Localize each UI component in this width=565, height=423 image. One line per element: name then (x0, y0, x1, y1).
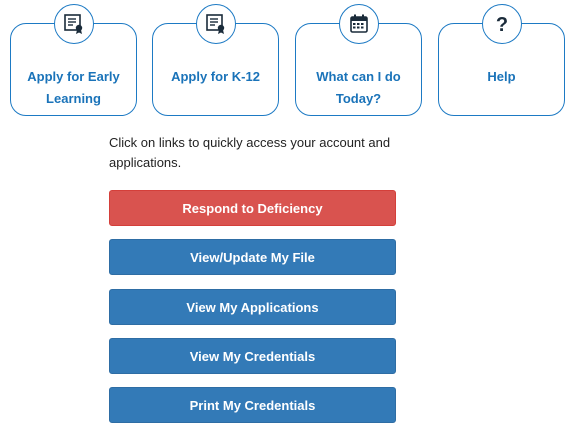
print-my-credentials-button[interactable]: Print My Credentials (109, 387, 396, 423)
what-can-i-do-today-card[interactable]: What can I do Today? (295, 4, 422, 116)
certificate-icon (195, 4, 236, 44)
view-my-applications-button[interactable]: View My Applications (109, 289, 396, 325)
help-card[interactable]: ? Help (438, 4, 565, 116)
card-label: What can I do Today? (316, 69, 401, 106)
card-label: Apply for Early Learning (27, 69, 120, 106)
card-label: Apply for K-12 (171, 69, 260, 84)
certificate-icon (53, 4, 94, 44)
view-my-credentials-button[interactable]: View My Credentials (109, 338, 396, 374)
calendar-icon (338, 4, 379, 44)
apply-k12-card[interactable]: Apply for K-12 (152, 4, 279, 116)
respond-to-deficiency-button[interactable]: Respond to Deficiency (109, 190, 396, 226)
question-icon: ? (481, 4, 522, 44)
svg-text:?: ? (495, 14, 507, 35)
card-label: Help (487, 69, 516, 84)
apply-early-learning-card[interactable]: Apply for Early Learning (10, 4, 137, 116)
view-update-my-file-button[interactable]: View/Update My File (109, 239, 396, 275)
intro-text: Click on links to quickly access your ac… (109, 135, 391, 170)
